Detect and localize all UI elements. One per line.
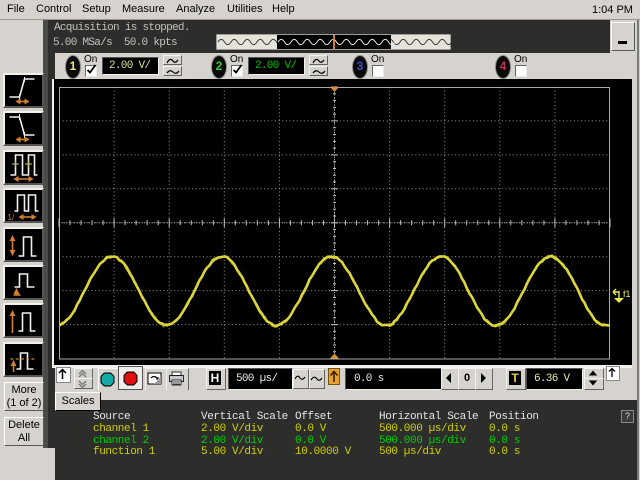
svg-text:f1: f1 xyxy=(623,289,631,299)
svg-text:1/: 1/ xyxy=(8,213,15,220)
